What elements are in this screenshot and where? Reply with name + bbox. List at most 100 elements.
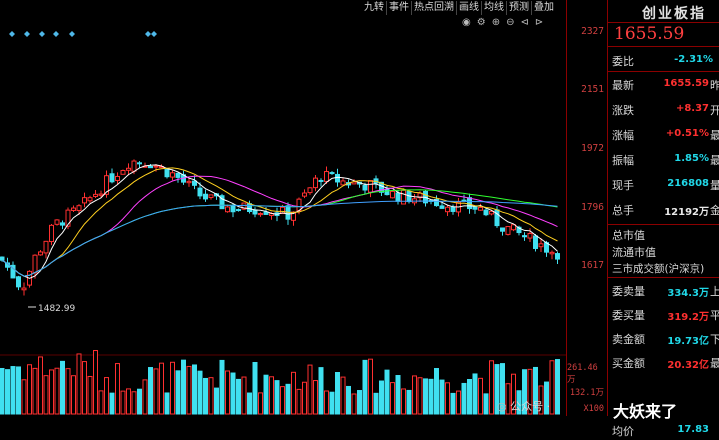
event-marker[interactable] bbox=[24, 31, 30, 37]
candle-body[interactable] bbox=[197, 187, 203, 197]
quote-row: 涨幅 +0.51% 最 bbox=[608, 124, 719, 144]
candle-body[interactable] bbox=[439, 205, 445, 209]
low-price-label: 1482.99 bbox=[38, 304, 75, 314]
candle-body[interactable] bbox=[76, 205, 82, 211]
volume-bars bbox=[0, 350, 560, 415]
candle-body[interactable] bbox=[522, 235, 527, 238]
candle-body[interactable] bbox=[401, 189, 406, 205]
candle-body[interactable] bbox=[263, 211, 269, 215]
volume-bar bbox=[192, 364, 197, 415]
candle-body[interactable] bbox=[93, 193, 98, 197]
candle-body[interactable] bbox=[54, 219, 60, 225]
candle-body[interactable] bbox=[175, 172, 181, 178]
candle-body[interactable] bbox=[87, 197, 93, 202]
candle-body[interactable] bbox=[131, 160, 137, 172]
candle-body[interactable] bbox=[467, 197, 472, 210]
candle-body[interactable] bbox=[82, 197, 87, 204]
candle-body[interactable] bbox=[247, 203, 252, 213]
candle-body[interactable] bbox=[208, 194, 214, 198]
candle-body[interactable] bbox=[313, 177, 318, 189]
volume-bar bbox=[269, 376, 274, 415]
candle-body[interactable] bbox=[126, 167, 131, 171]
candle-body[interactable] bbox=[148, 165, 153, 169]
candle-body[interactable] bbox=[192, 180, 197, 186]
order-row-tail: 最 bbox=[710, 357, 719, 370]
candle-body[interactable] bbox=[362, 184, 368, 191]
candle-body[interactable] bbox=[555, 253, 560, 260]
candle-body[interactable] bbox=[500, 227, 505, 232]
candle-body[interactable] bbox=[109, 173, 115, 183]
volume-bar bbox=[412, 375, 417, 415]
candle-body[interactable] bbox=[115, 175, 120, 181]
candle-body[interactable] bbox=[472, 206, 478, 210]
event-marker[interactable] bbox=[151, 31, 157, 37]
candle-body[interactable] bbox=[225, 206, 230, 213]
candle-body[interactable] bbox=[302, 192, 307, 197]
quote-row-value: 1.85% bbox=[674, 153, 709, 164]
volume-bar bbox=[82, 361, 87, 415]
candle-body[interactable] bbox=[340, 180, 346, 186]
candle-body[interactable] bbox=[483, 209, 489, 216]
volume-bar bbox=[351, 393, 357, 415]
candle-body[interactable] bbox=[120, 170, 126, 175]
candle-body[interactable] bbox=[445, 206, 450, 213]
candle-body[interactable] bbox=[307, 187, 313, 194]
candle-body[interactable] bbox=[390, 190, 395, 199]
order-row: 卖金额 19.73亿下 bbox=[608, 328, 719, 348]
candle-body[interactable] bbox=[368, 180, 373, 193]
candle-body[interactable] bbox=[153, 165, 159, 168]
candle-body[interactable] bbox=[335, 173, 340, 183]
candle-body[interactable] bbox=[324, 171, 329, 182]
watermark-brand: 大妖来了 bbox=[613, 402, 678, 421]
candle-body[interactable] bbox=[16, 276, 21, 288]
candle-body[interactable] bbox=[60, 222, 65, 226]
candle-body[interactable] bbox=[21, 287, 27, 291]
quote-row: 现手 216808 量 bbox=[608, 174, 719, 194]
order-row-value: 20.32亿 bbox=[667, 360, 709, 371]
event-marker[interactable] bbox=[69, 31, 75, 37]
candle-body[interactable] bbox=[230, 204, 236, 213]
event-marker[interactable] bbox=[145, 31, 151, 37]
kline-chart-area[interactable]: 九转 事件 热点回溯 画线 均线 预测 叠加 ◉ ⚙ ⊕ ⊖ ⊲ ⊳ 1482.… bbox=[0, 0, 566, 416]
candle-body[interactable] bbox=[43, 240, 49, 254]
volume-bar bbox=[175, 370, 181, 415]
candle-body[interactable] bbox=[450, 206, 456, 212]
candle-body[interactable] bbox=[258, 213, 263, 216]
candle-body[interactable] bbox=[203, 193, 208, 200]
event-marker[interactable] bbox=[53, 31, 59, 37]
candle-body[interactable] bbox=[533, 235, 538, 249]
candle-body[interactable] bbox=[71, 207, 76, 211]
candle-body[interactable] bbox=[49, 224, 54, 243]
volume-bar bbox=[76, 353, 82, 415]
volume-bar bbox=[335, 372, 340, 415]
candle-body[interactable] bbox=[318, 179, 324, 182]
candle-body[interactable] bbox=[538, 243, 544, 248]
quote-row-tail: 最 bbox=[710, 154, 719, 167]
candle-body[interactable] bbox=[527, 233, 533, 239]
volume-bar bbox=[384, 369, 390, 415]
volume-bar bbox=[126, 388, 131, 415]
candle-body[interactable] bbox=[549, 251, 555, 255]
candle-body[interactable] bbox=[395, 192, 401, 202]
volume-bar bbox=[32, 367, 38, 415]
volume-bar bbox=[346, 385, 351, 415]
candle-body[interactable] bbox=[38, 251, 43, 256]
candle-body[interactable] bbox=[329, 172, 335, 175]
volume-bar bbox=[395, 375, 401, 415]
candle-body[interactable] bbox=[505, 226, 511, 235]
candle-body[interactable] bbox=[98, 193, 104, 196]
event-marker[interactable] bbox=[39, 31, 45, 37]
order-row-value: 19.73亿 bbox=[667, 336, 709, 347]
candle-body[interactable] bbox=[170, 172, 175, 178]
candle-body[interactable] bbox=[32, 254, 38, 274]
candle-body[interactable] bbox=[489, 210, 494, 215]
candle-body[interactable] bbox=[137, 162, 142, 165]
candle-body[interactable] bbox=[164, 168, 170, 178]
candle-body[interactable] bbox=[186, 180, 192, 184]
candle-body[interactable] bbox=[236, 209, 241, 212]
event-marker[interactable] bbox=[9, 31, 15, 37]
candle-body[interactable] bbox=[0, 256, 5, 261]
volume-scale-tick: 261.46万 bbox=[567, 363, 598, 385]
candle-body[interactable] bbox=[478, 206, 483, 211]
candle-body[interactable] bbox=[384, 188, 390, 196]
